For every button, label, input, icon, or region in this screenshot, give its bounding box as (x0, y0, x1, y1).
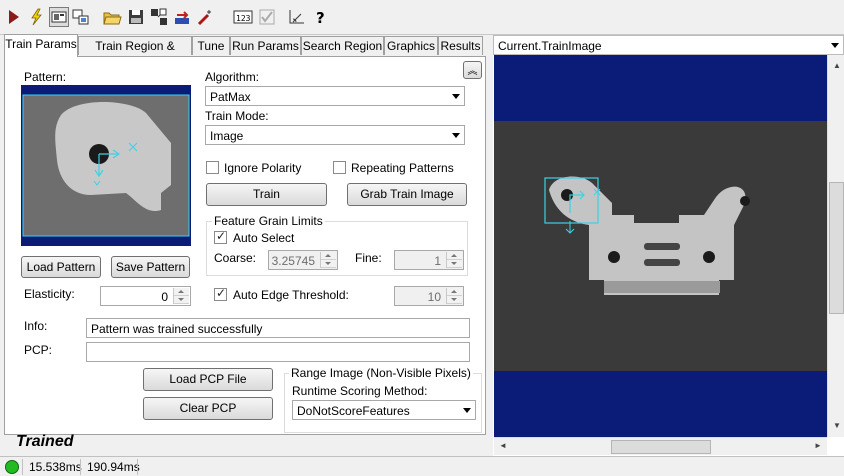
trained-status-text: Trained (16, 433, 74, 450)
tab-results[interactable]: Results (438, 36, 483, 55)
algorithm-label: Algorithm: (205, 70, 260, 84)
train-mode-value: Image (210, 129, 244, 143)
auto-edge-threshold-label: Auto Edge Threshold: (233, 288, 349, 302)
scroll-right-icon[interactable]: ► (814, 441, 822, 450)
lightning-icon[interactable] (26, 7, 46, 27)
graphics-icon[interactable] (71, 7, 91, 27)
image-selector[interactable]: Current.TrainImage (493, 35, 844, 55)
reset-icon[interactable] (172, 7, 192, 27)
status-bar: 15.538ms 190.94ms (0, 456, 844, 476)
train-mode-label: Train Mode: (205, 109, 269, 123)
feature-grain-title: Feature Grain Limits (212, 214, 325, 228)
open-folder-icon[interactable] (102, 7, 122, 27)
elasticity-input[interactable]: 0 (100, 286, 191, 306)
svg-text:123: 123 (236, 14, 251, 23)
range-image-title: Range Image (Non-Visible Pixels) (289, 366, 473, 380)
algorithm-value: PatMax (210, 90, 251, 104)
toolbar: 123 ? (0, 0, 844, 35)
coarse-spinner[interactable] (320, 252, 336, 268)
fine-spinner[interactable] (446, 252, 462, 268)
save-pattern-button[interactable]: Save Pattern (111, 256, 190, 278)
scroll-down-icon[interactable]: ▼ (833, 421, 841, 430)
tab-train-params[interactable]: Train Params (4, 34, 78, 57)
chevron-up-icon: ︽ (467, 66, 478, 77)
scroll-left-icon[interactable]: ◄ (499, 441, 507, 450)
auto-edge-threshold-input[interactable]: 10 (394, 286, 464, 306)
runtime-scoring-select[interactable]: DoNotScoreFeatures (292, 400, 476, 420)
train-button[interactable]: Train (206, 183, 327, 206)
load-pattern-button[interactable]: Load Pattern (21, 256, 101, 278)
tab-tune[interactable]: Tune (192, 36, 230, 55)
coarse-value: 3.25745 (271, 254, 315, 268)
info-label: Info: (24, 319, 48, 333)
train-mode-select[interactable]: Image (205, 125, 465, 145)
chevron-down-icon (463, 408, 471, 413)
coarse-input[interactable]: 3.25745 (268, 250, 338, 270)
vertical-scrollbar[interactable]: ▲ ▼ (827, 55, 844, 437)
pattern-label: Pattern: (24, 70, 67, 84)
runtime-scoring-label: Runtime Scoring Method: (292, 384, 428, 398)
pattern-thumbnail (21, 85, 191, 246)
status-time-2: 190.94ms (87, 460, 140, 474)
chevron-down-icon (452, 133, 460, 138)
elasticity-value: 0 (161, 290, 168, 304)
clear-pcp-button[interactable]: Clear PCP (143, 397, 273, 420)
fine-label: Fine: (355, 251, 382, 265)
check-icon[interactable] (257, 7, 277, 27)
run-icon[interactable] (4, 7, 24, 27)
load-pcp-file-button[interactable]: Load PCP File (143, 368, 273, 391)
horizontal-scrollbar[interactable]: ◄ ► (494, 437, 827, 455)
auto-select-checkbox[interactable] (214, 229, 227, 244)
help-icon[interactable]: ? (311, 7, 331, 27)
coarse-label: Coarse: (214, 251, 257, 265)
auto-edge-spinner[interactable] (446, 288, 462, 304)
horizontal-scroll-thumb[interactable] (611, 440, 711, 454)
scroll-up-icon[interactable]: ▲ (833, 61, 841, 70)
repeating-patterns-label: Repeating Patterns (351, 161, 454, 175)
image-selector-value: Current.TrainImage (498, 39, 602, 53)
algorithm-select[interactable]: PatMax (205, 86, 465, 106)
chevron-down-icon (452, 94, 460, 99)
runtime-scoring-value: DoNotScoreFeatures (297, 404, 410, 418)
pcp-label: PCP: (24, 343, 53, 357)
ignore-polarity-checkbox[interactable] (206, 161, 219, 174)
auto-select-label: Auto Select (233, 231, 295, 245)
tab-train-region-origin[interactable]: Train Region & Origin (78, 36, 192, 71)
fine-value: 1 (434, 254, 441, 268)
fine-input[interactable]: 1 (394, 250, 464, 270)
vertical-scroll-thumb[interactable] (829, 182, 844, 314)
tab-graphics[interactable]: Graphics (384, 36, 438, 55)
image-display-pane: Current.TrainImage ▲ ▼ ◄ ► (493, 35, 844, 456)
image-view-icon[interactable] (49, 7, 69, 27)
status-indicator-icon (5, 460, 19, 474)
collapse-button[interactable]: ︽ (463, 61, 482, 79)
svg-text:?: ? (316, 9, 325, 27)
repeating-patterns-checkbox[interactable] (333, 161, 346, 174)
ignore-polarity-label: Ignore Polarity (224, 161, 302, 175)
load-image-icon[interactable] (149, 7, 169, 27)
chevron-down-icon (831, 43, 839, 48)
grab-train-image-button[interactable]: Grab Train Image (347, 183, 467, 206)
info-field[interactable]: Pattern was trained successfully (86, 318, 470, 338)
info-value: Pattern was trained successfully (91, 322, 263, 336)
elasticity-label: Elasticity: (24, 287, 75, 301)
tab-run-params[interactable]: Run Params (230, 36, 301, 55)
train-image-view[interactable] (494, 55, 827, 437)
pcp-input[interactable] (86, 342, 470, 362)
status-time-1: 15.538ms (29, 460, 82, 474)
wand-icon[interactable] (195, 7, 215, 27)
auto-edge-threshold-checkbox[interactable] (214, 286, 227, 301)
tab-search-region[interactable]: Search Region (301, 36, 384, 55)
measure-icon[interactable] (287, 7, 307, 27)
save-icon[interactable] (126, 7, 146, 27)
numeric-icon[interactable]: 123 (233, 7, 253, 27)
elasticity-spinner[interactable] (173, 288, 189, 304)
auto-edge-threshold-value: 10 (427, 290, 441, 304)
